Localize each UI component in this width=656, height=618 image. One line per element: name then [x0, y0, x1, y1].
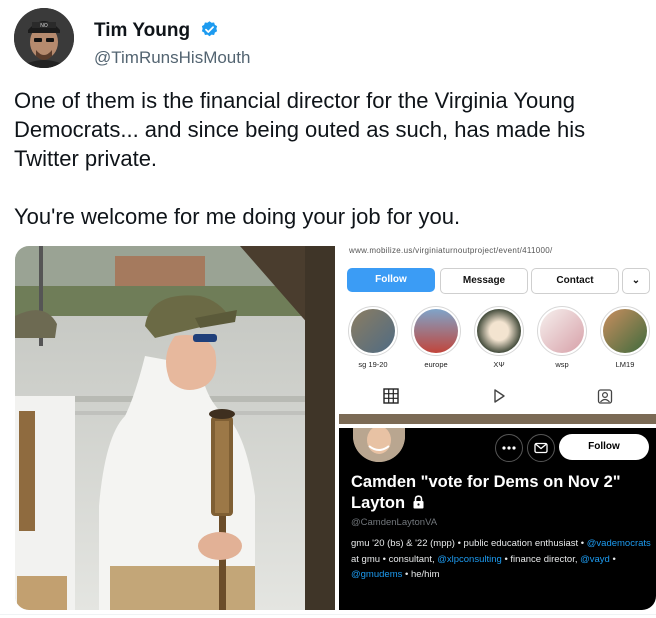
bio-text: • he/him [402, 569, 440, 580]
profile-display-name: Camden "vote for Dems on Nov 2" Layton [351, 472, 651, 515]
highlight-item[interactable]: sg 19-20 [343, 306, 403, 369]
ig-more-button[interactable]: ⌄ [622, 268, 650, 294]
bio-text: • finance director, [501, 553, 581, 565]
profile-url: www.mobilize.us/virginiaturnoutproject/e… [349, 246, 553, 255]
bio-mention-link[interactable]: @gmudems [351, 569, 402, 580]
profile-avatar[interactable] [353, 428, 405, 462]
bio-text: gmu '20 (bs) & '22 (mpp) • public educat… [351, 538, 587, 549]
bio-text: at gmu • consultant, [351, 553, 438, 565]
tweet-text: One of them is the financial director fo… [14, 88, 586, 229]
grid-icon[interactable] [383, 388, 399, 409]
verified-badge-icon [200, 20, 219, 45]
ig-tab-bar [339, 386, 656, 410]
svg-text:NO: NO [40, 23, 48, 29]
tweet-divider [0, 614, 656, 615]
highlight-label: LM19 [615, 360, 635, 369]
ig-contact-button[interactable]: Contact [531, 268, 619, 294]
tweet-media-grid[interactable]: www.mobilize.us/virginiaturnoutproject/e… [15, 246, 656, 610]
profile-handle: @CamdenLaytonVA [351, 517, 438, 528]
message-icon[interactable] [527, 434, 555, 462]
author-handle[interactable]: @TimRunsHisMouth [94, 48, 250, 68]
reels-play-icon[interactable] [491, 388, 507, 409]
highlight-label: wsp [555, 360, 569, 369]
ig-message-button[interactable]: Message [440, 268, 528, 294]
profile-bio: gmu '20 (bs) & '22 (mpp) • public educat… [351, 536, 651, 583]
twitter-profile-screenshot[interactable]: Follow Camden "vote for Dems on Nov 2" L… [339, 428, 656, 610]
tw-follow-button[interactable]: Follow [559, 434, 649, 460]
author-name[interactable]: Tim Young [94, 20, 219, 45]
ig-post-strip [339, 414, 656, 424]
highlight-label: XΨ [493, 360, 505, 369]
tagged-icon[interactable] [597, 388, 613, 409]
bio-mention-link[interactable]: @xlpconsulting [437, 554, 502, 565]
ig-follow-button[interactable]: Follow [347, 268, 435, 292]
author-name-text[interactable]: Tim Young [94, 20, 190, 41]
highlight-label: sg 19-20 [358, 360, 388, 369]
highlight-item[interactable]: wsp [532, 306, 592, 369]
instagram-profile-screenshot[interactable]: www.mobilize.us/virginiaturnoutproject/e… [339, 246, 656, 424]
profile-display-name-text: Camden "vote for Dems on Nov 2" Layton [351, 473, 621, 512]
tweet-header: NO Tim Young @TimRunsHisMouth [14, 8, 644, 68]
highlight-label: europe [424, 360, 448, 369]
highlight-item[interactable]: europe [406, 306, 466, 369]
more-options-icon[interactable] [495, 434, 523, 462]
bio-text: • [609, 553, 616, 565]
highlight-item[interactable]: XΨ [469, 306, 529, 369]
lock-icon [412, 494, 425, 515]
highlight-item[interactable]: LM19 [595, 306, 655, 369]
protest-photo[interactable] [15, 246, 335, 610]
bio-mention-link[interactable]: @vademocrats [587, 538, 651, 549]
bio-mention-link[interactable]: @vayd [580, 554, 610, 565]
author-avatar[interactable]: NO [14, 8, 74, 68]
